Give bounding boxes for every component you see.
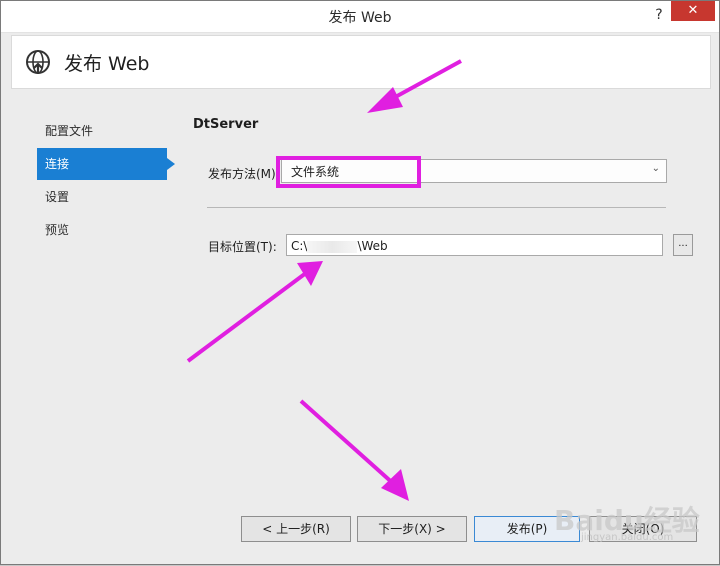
globe-publish-icon: [26, 50, 50, 74]
next-button[interactable]: 下一步(X) >: [357, 516, 467, 542]
target-path-prefix: C:\: [291, 239, 308, 253]
prev-button[interactable]: < 上一步(R): [241, 516, 351, 542]
browse-button[interactable]: ...: [673, 234, 693, 256]
wizard-sidebar: 配置文件 连接 设置 预览: [37, 115, 175, 247]
annotation-arrow-middle: [186, 261, 323, 363]
baidu-watermark-url: jingyan.baidu.com: [581, 532, 674, 543]
sidebar-item-profile[interactable]: 配置文件: [37, 115, 167, 147]
window-title: 发布 Web: [328, 10, 392, 26]
chevron-down-icon: ⌄: [651, 163, 660, 174]
window-close-button[interactable]: ✕: [671, 1, 715, 21]
target-location-label: 目标位置(T):: [208, 240, 277, 254]
target-path-suffix: \Web: [357, 239, 388, 253]
help-button[interactable]: ?: [649, 5, 669, 25]
separator: [207, 207, 666, 208]
sidebar-item-preview[interactable]: 预览: [37, 214, 167, 246]
annotation-highlight-box: [276, 156, 421, 188]
profile-name: DtServer: [193, 117, 259, 132]
sidebar-item-settings[interactable]: 设置: [37, 181, 167, 213]
publish-method-label: 发布方法(M):: [208, 167, 280, 181]
dialog-header: 发布 Web: [11, 35, 711, 89]
title-bar: 发布 Web ? ✕: [1, 1, 719, 33]
redacted-path-segment: [307, 240, 358, 253]
target-location-input[interactable]: C:\ \Web: [286, 234, 663, 256]
header-title: 发布 Web: [64, 53, 150, 75]
annotation-arrow-bottom: [299, 399, 409, 501]
sidebar-item-connection[interactable]: 连接: [37, 148, 175, 180]
publish-web-dialog: 发布 Web ? ✕ 发布 Web 配置文件 连接 设置 预览 DtServer…: [0, 0, 720, 565]
